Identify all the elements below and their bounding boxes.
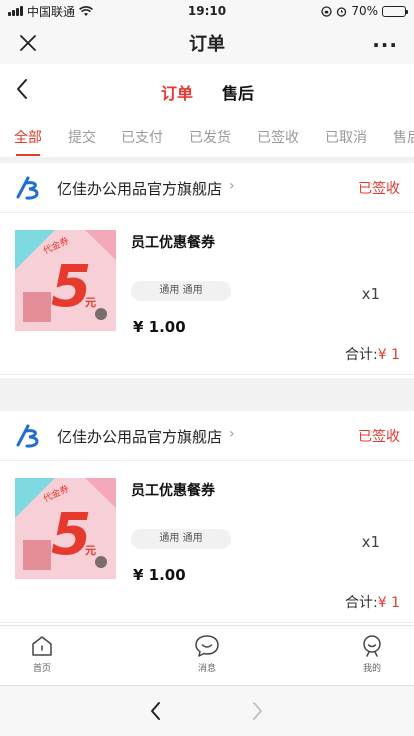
order-item[interactable]: 代金券 5 元 员工优惠餐券 通用 通用 ¥ 1.00 x1 (0, 461, 414, 584)
total-amount: ¥ 1 (377, 347, 400, 363)
store-logo-icon (16, 424, 39, 448)
browser-toolbar (0, 685, 414, 736)
status-tab-shipped[interactable]: 已发货 (189, 127, 231, 147)
app-bar: 订单 ··· (0, 22, 414, 64)
product-spec: 通用 通用 (131, 281, 231, 301)
alarm-icon (337, 6, 347, 17)
order-status-badge: 已签收 (358, 429, 400, 445)
total-label: 合计: (345, 595, 378, 611)
coupon-amount-text: 5 (51, 500, 91, 568)
signal-icon (8, 6, 23, 16)
tab-orders[interactable]: 订单 (161, 80, 193, 104)
tab-after-sales[interactable]: 售后 (222, 80, 254, 104)
tab-messages[interactable]: 消息 (177, 634, 237, 674)
order-total: 合计:¥ 1 (345, 592, 400, 612)
orientation-lock-icon (321, 5, 332, 17)
status-tab-all[interactable]: 全部 (14, 127, 42, 156)
store-name: 亿佳办公用品官方旗舰店 (57, 180, 223, 198)
store-header[interactable]: 亿佳办公用品官方旗舰店 › 已签收 (0, 163, 414, 213)
order-card[interactable]: 亿佳办公用品官方旗舰店 › 已签收 代金券 5 元 员工优惠餐券 通用 通用 ¥… (0, 411, 414, 625)
order-total-row: 合计:¥ 1 (0, 333, 414, 375)
status-tab-cancelled[interactable]: 已取消 (325, 127, 367, 147)
tab-profile[interactable]: 我的 (342, 634, 402, 674)
product-thumbnail: 代金券 5 元 (15, 478, 116, 579)
battery-icon (382, 5, 408, 17)
chevron-right-icon: › (229, 426, 235, 442)
home-icon (32, 636, 52, 656)
status-tab-received[interactable]: 已签收 (257, 127, 299, 147)
coupon-unit-text: 元 (85, 544, 96, 557)
product-spec: 通用 通用 (131, 529, 231, 549)
back-arrow-icon[interactable] (12, 76, 34, 102)
product-name: 员工优惠餐券 (131, 235, 215, 251)
status-tab-paid[interactable]: 已支付 (121, 127, 163, 147)
product-quantity: x1 (361, 285, 380, 303)
product-thumbnail: 代金券 5 元 (15, 230, 116, 331)
close-icon[interactable] (16, 31, 40, 55)
order-total: 合计:¥ 1 (345, 344, 400, 364)
total-label: 合计: (345, 347, 378, 363)
order-item[interactable]: 代金券 5 元 员工优惠餐券 通用 通用 ¥ 1.00 x1 (0, 213, 414, 336)
status-bar: 中国联通 19:10 70% (0, 0, 414, 22)
store-header[interactable]: 亿佳办公用品官方旗舰店 › 已签收 (0, 411, 414, 461)
tab-messages-label: 消息 (197, 664, 216, 674)
tab-home[interactable]: 首页 (12, 634, 72, 674)
page-header: 订单 售后 (0, 64, 414, 116)
browser-forward-icon[interactable] (248, 700, 266, 722)
tab-home-label: 首页 (32, 664, 51, 674)
carrier-label: 中国联通 (27, 4, 76, 19)
status-tab-after-sales[interactable]: 售后 (393, 127, 414, 147)
clock: 19:10 (187, 4, 227, 18)
order-status-badge: 已签收 (358, 181, 400, 197)
store-name: 亿佳办公用品官方旗舰店 (57, 428, 223, 446)
status-tab-submitted[interactable]: 提交 (68, 127, 96, 147)
coupon-amount-text: 5 (51, 252, 91, 320)
profile-icon (363, 635, 381, 657)
battery-percent: 70% (351, 4, 378, 18)
chevron-right-icon: › (229, 178, 235, 194)
order-card[interactable]: 亿佳办公用品官方旗舰店 › 已签收 代金券 5 元 员工优惠餐券 通用 通用 ¥… (0, 163, 414, 378)
more-options-icon[interactable]: ··· (372, 33, 398, 57)
order-status-tabs: 全部 提交 已支付 已发货 已签收 已取消 售后 (0, 116, 414, 158)
app-title: 订单 (189, 34, 225, 55)
wifi-icon (79, 5, 93, 16)
bottom-tab-bar: 首页 消息 我的 (0, 625, 414, 685)
message-icon (195, 635, 219, 657)
order-total-row: 合计:¥ 1 (0, 581, 414, 623)
product-quantity: x1 (361, 533, 380, 551)
browser-back-icon[interactable] (147, 700, 165, 722)
tab-profile-label: 我的 (362, 664, 381, 674)
store-logo-icon (16, 176, 39, 200)
total-amount: ¥ 1 (377, 595, 400, 611)
coupon-unit-text: 元 (85, 296, 96, 309)
product-name: 员工优惠餐券 (131, 483, 215, 499)
